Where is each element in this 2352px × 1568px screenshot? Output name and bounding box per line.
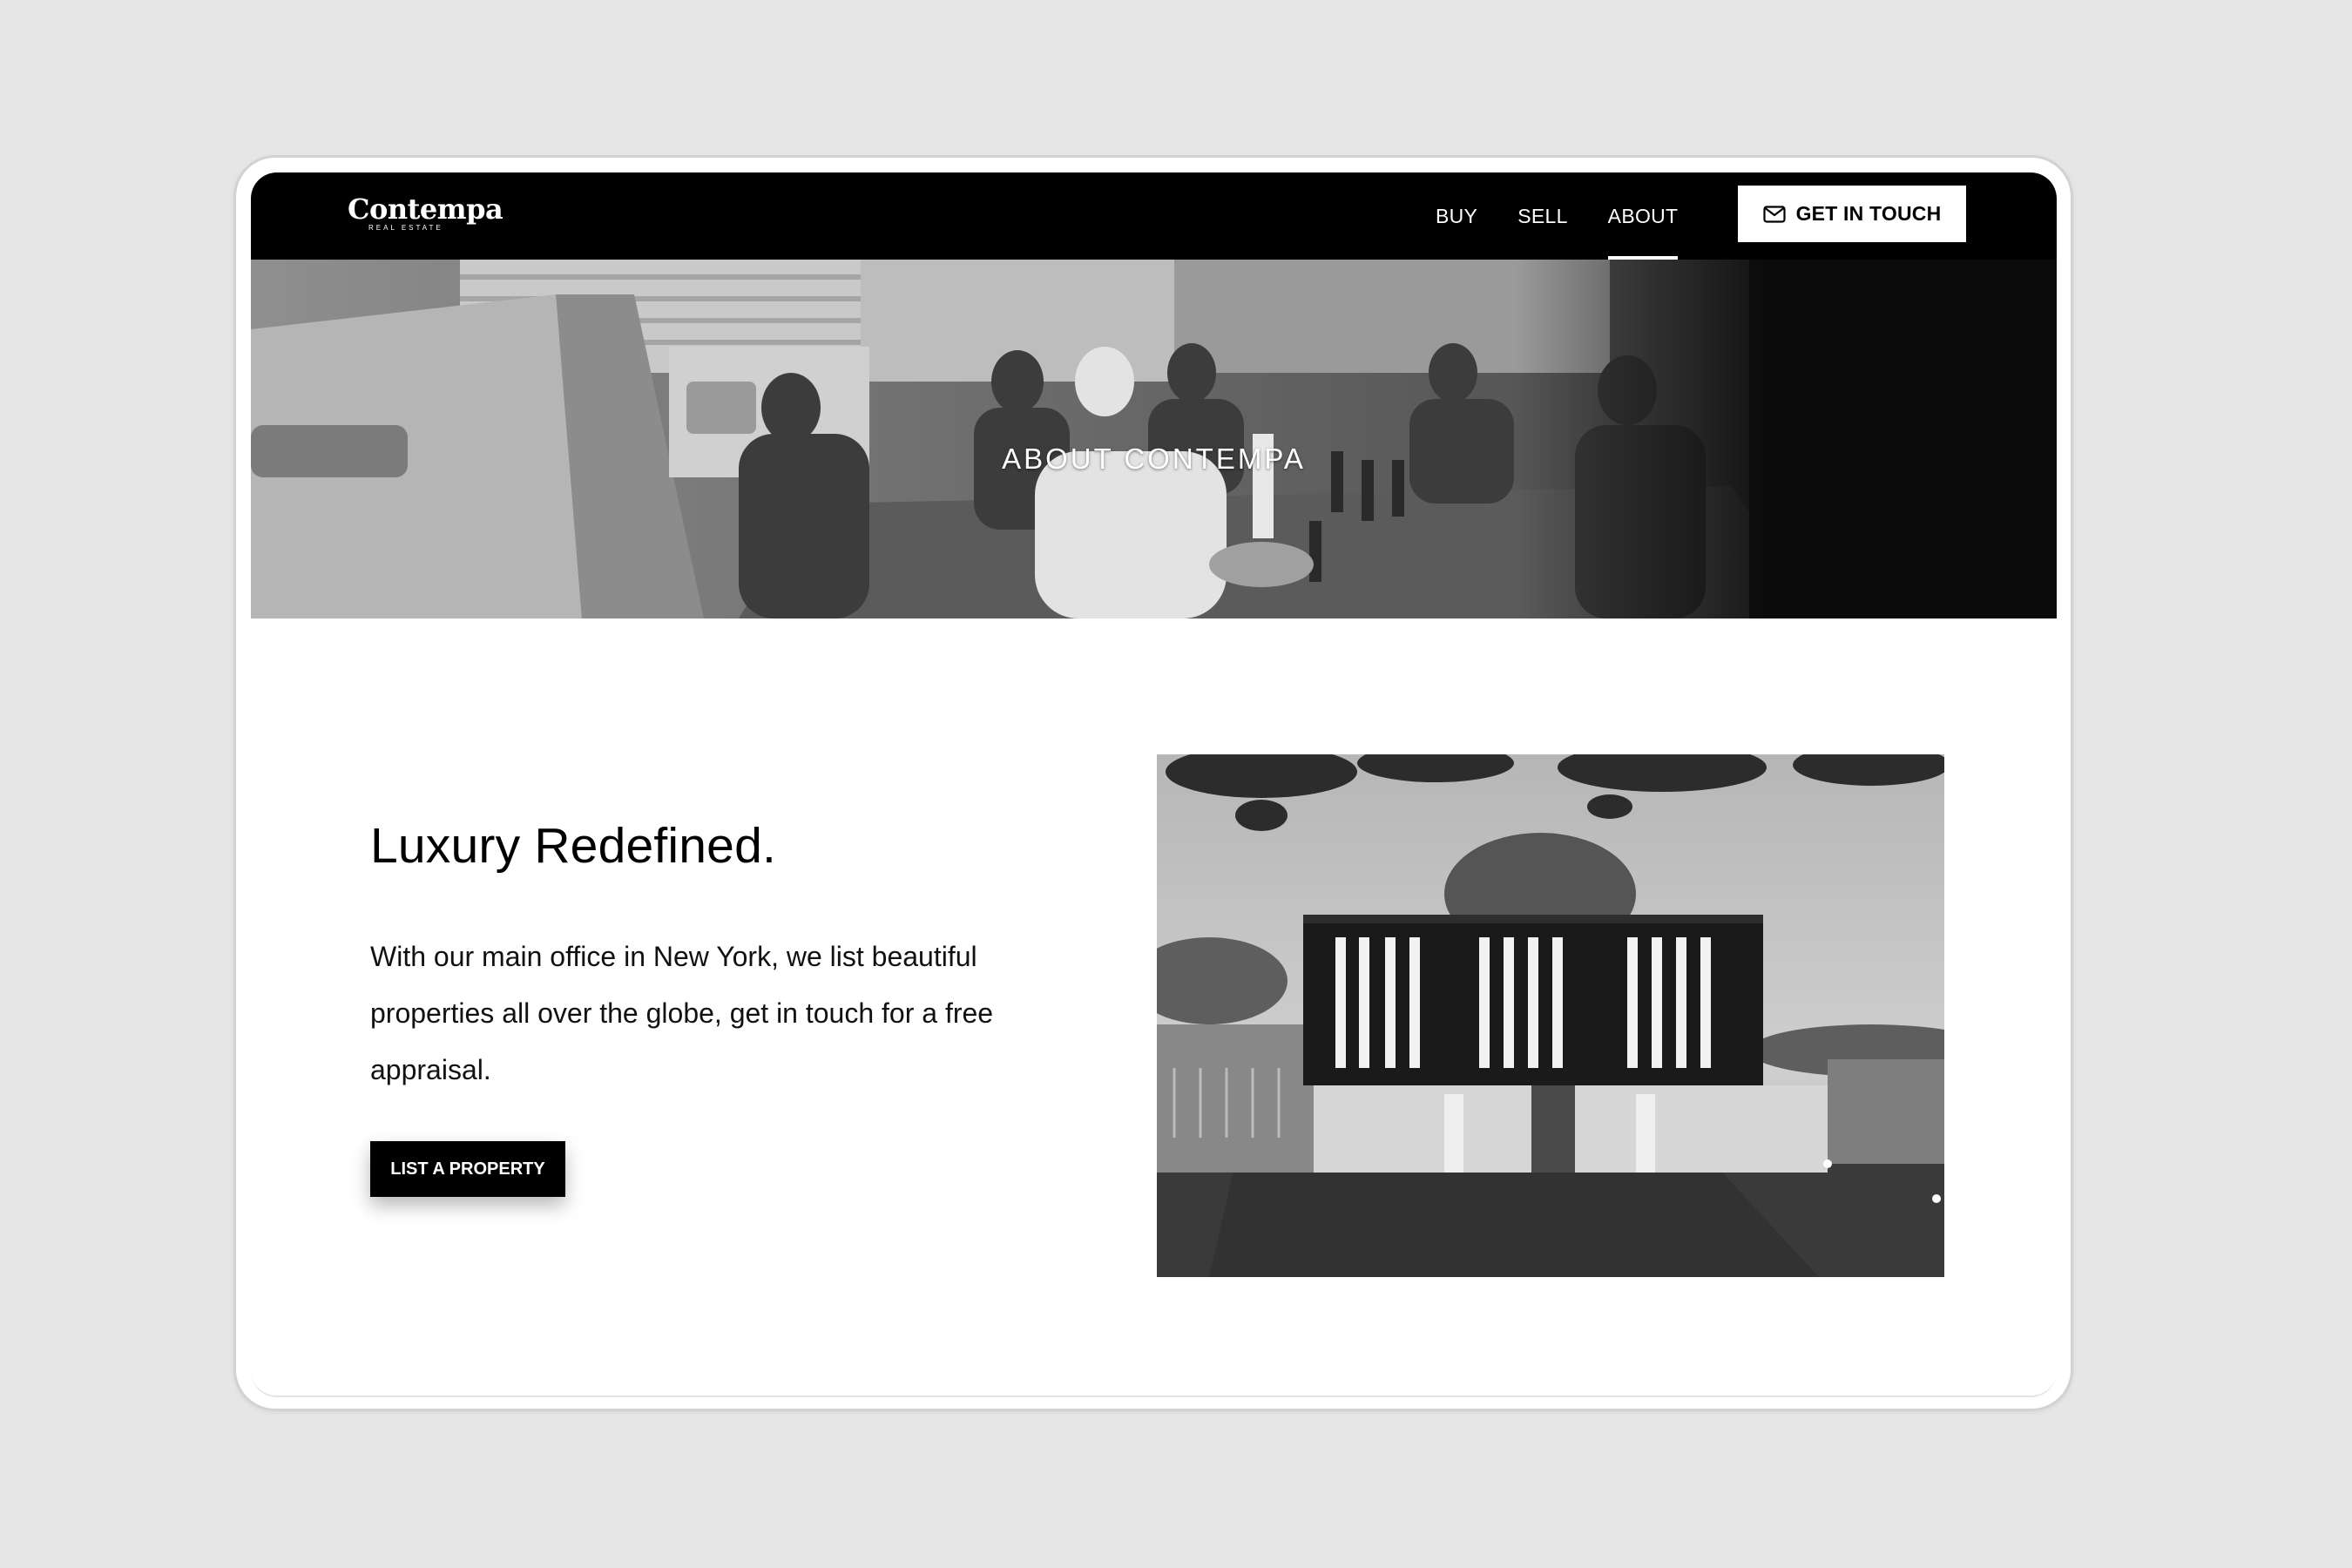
brand-logo[interactable]: Contempa REAL ESTATE: [348, 193, 504, 232]
mail-icon: [1762, 205, 1786, 223]
nav-item-buy[interactable]: BUY: [1436, 172, 1477, 260]
brand-tagline: REAL ESTATE: [368, 224, 443, 232]
nav-item-sell[interactable]: SELL: [1517, 172, 1567, 260]
hero-banner: ABOUT CONTEMPA: [251, 260, 2057, 618]
hero-team-photo: [251, 260, 2057, 618]
top-navigation: Contempa REAL ESTATE BUY SELL ABOUT GET …: [251, 172, 2057, 260]
get-in-touch-button[interactable]: GET IN TOUCH: [1738, 186, 1966, 242]
get-in-touch-label: GET IN TOUCH: [1795, 202, 1942, 225]
list-property-button[interactable]: LIST A PROPERTY: [370, 1141, 565, 1197]
nav-links: BUY SELL ABOUT: [1436, 172, 1679, 260]
section-heading: Luxury Redefined.: [370, 818, 777, 874]
hero-title: ABOUT CONTEMPA: [1002, 443, 1306, 476]
section-description: With our main office in New York, we lis…: [370, 941, 994, 1085]
house-photo: [1157, 754, 1944, 1277]
modern-house-image: [1157, 754, 1944, 1277]
brand-name: Contempa: [348, 193, 504, 226]
page-viewport: Contempa REAL ESTATE BUY SELL ABOUT GET …: [251, 172, 2057, 1397]
nav-item-about[interactable]: ABOUT: [1607, 172, 1679, 260]
